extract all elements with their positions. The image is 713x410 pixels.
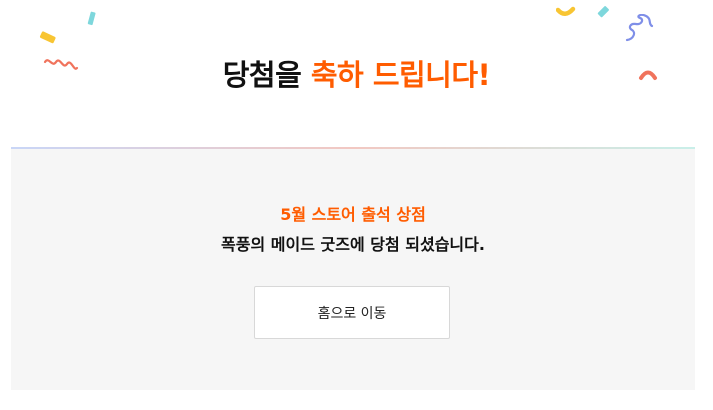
congratulations-headline: 당첨을 축하 드립니다! [0, 52, 713, 94]
store-event-title: 5월 스토어 출석 상점 [280, 205, 426, 224]
confetti-yellow-left-icon [39, 31, 56, 44]
confetti-yellow-right-icon [556, 6, 576, 16]
headline-prefix: 당첨을 [222, 58, 311, 92]
headline-accent: 축하 드립니다! [310, 58, 491, 92]
confetti-cyan-left-icon [87, 11, 96, 26]
go-home-button[interactable]: 홈으로 이동 [254, 286, 450, 339]
win-message: 폭풍의 메이드 굿즈에 당첨 되셨습니다. [221, 235, 485, 254]
result-panel: 5월 스토어 출석 상점 폭풍의 메이드 굿즈에 당첨 되셨습니다. 홈으로 이… [11, 149, 695, 390]
confetti-cyan-right-icon [597, 6, 609, 18]
curly-streamer-blue-icon [625, 14, 654, 42]
